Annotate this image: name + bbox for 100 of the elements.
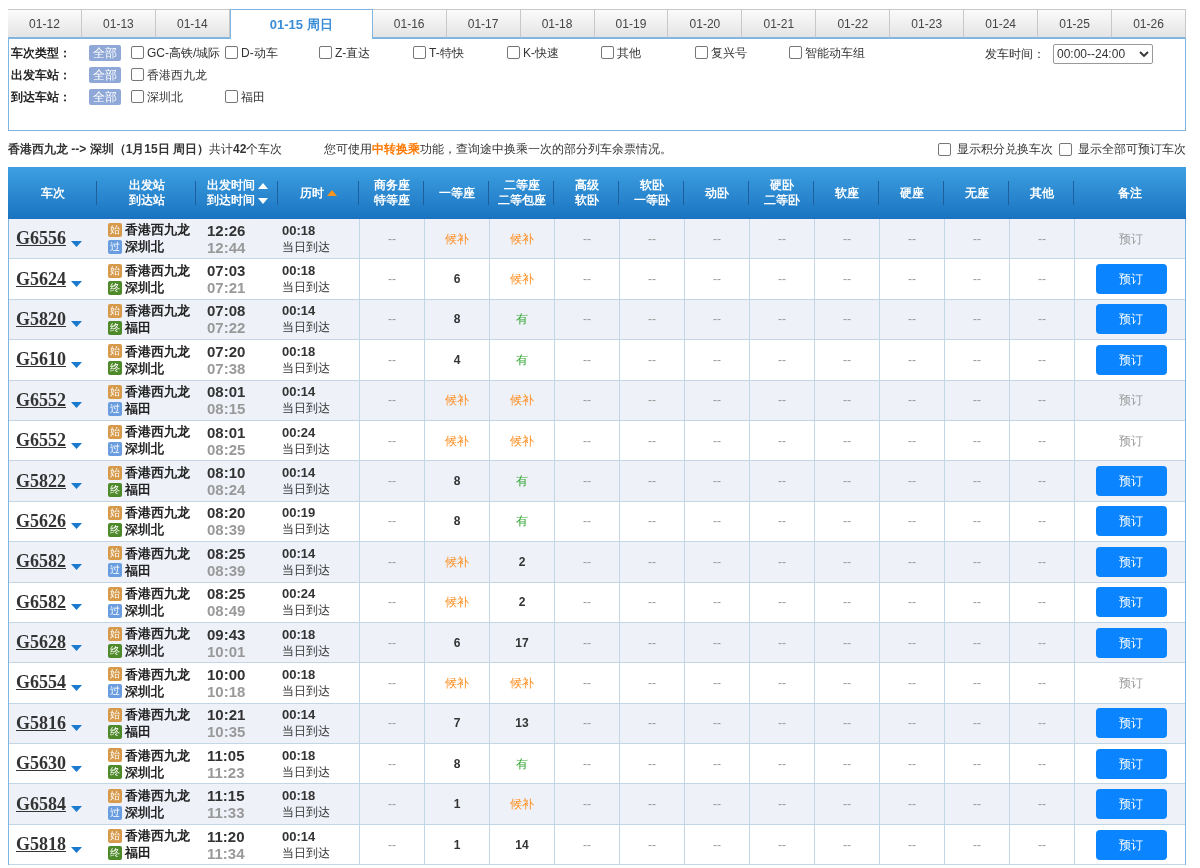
checkbox[interactable] [319,46,332,59]
dropdown-arrow-icon[interactable] [71,806,82,813]
dropdown-arrow-icon[interactable] [71,361,82,368]
dropdown-arrow-icon[interactable] [71,240,82,247]
dropdown-arrow-icon[interactable] [71,644,82,651]
checkbox-label[interactable]: Z-直达 [335,43,371,62]
checkbox[interactable] [225,46,238,59]
column-header[interactable]: 一等座 [438,185,475,201]
checkbox[interactable] [131,68,144,81]
train-number-link[interactable]: G5818 [16,831,66,859]
checkbox-label[interactable]: 智能动车组 [805,43,865,62]
train-number-link[interactable]: G5820 [16,305,66,333]
book-button[interactable]: 预订 [1095,748,1167,779]
dropdown-arrow-icon[interactable] [71,604,82,611]
book-button[interactable]: 预订 [1095,627,1167,658]
column-header[interactable]: 动卧 [704,185,729,201]
dropdown-arrow-icon[interactable] [71,765,82,772]
dropdown-arrow-icon[interactable] [71,685,82,691]
departure-time-select[interactable]: 00:00--24:00 [1053,44,1153,64]
checkbox-label[interactable]: 深圳北 [147,87,183,106]
column-header[interactable]: 到达时间 [206,193,255,208]
checkbox-label[interactable]: 显示全部可预订车次 [1078,140,1186,158]
checkbox-label[interactable]: 复兴号 [711,43,747,62]
book-button[interactable]: 预订 [1095,829,1167,860]
dropdown-arrow-icon[interactable] [71,483,82,490]
dropdown-arrow-icon[interactable] [71,402,82,409]
date-tab[interactable]: 01-16 [372,9,447,38]
book-button[interactable]: 预订 [1095,466,1167,497]
column-header[interactable]: 其他 [1029,185,1054,201]
dropdown-arrow-icon[interactable] [71,725,82,732]
column-header[interactable]: 历时 [300,185,324,201]
date-tab[interactable]: 01-21 [742,9,817,38]
sort-down-icon[interactable] [257,197,268,204]
checkbox[interactable] [695,46,708,59]
checkbox-label[interactable]: 香港西九龙 [147,65,207,84]
date-tab[interactable]: 01-22 [816,9,891,38]
column-header[interactable]: 车次 [40,185,65,201]
date-tab[interactable]: 01-25 [1038,9,1113,38]
train-number-link[interactable]: G6582 [16,548,66,576]
date-tab[interactable]: 01-24 [964,9,1039,38]
column-header[interactable]: 软卧 [574,193,599,208]
train-number-link[interactable]: G6582 [16,588,66,616]
date-tab[interactable]: 01-23 [890,9,965,38]
train-number-link[interactable]: G5626 [16,507,66,535]
train-number-link[interactable]: G6584 [16,790,66,818]
train-number-link[interactable]: G6554 [16,669,66,697]
dropdown-arrow-icon[interactable] [71,321,82,328]
column-header[interactable]: 特等座 [373,193,410,208]
checkbox[interactable] [789,46,802,59]
checkbox[interactable] [601,46,614,59]
checkbox-label[interactable]: K-快速 [523,43,559,62]
checkbox[interactable] [413,46,426,59]
date-tab[interactable]: 01-14 [155,9,230,38]
train-number-link[interactable]: G5610 [16,346,66,374]
book-button[interactable]: 预订 [1095,264,1167,295]
date-tab[interactable]: 01-26 [1112,9,1186,38]
train-number-link[interactable]: G5624 [16,265,66,293]
checkbox[interactable] [225,90,238,103]
date-tab[interactable]: 01-13 [81,9,156,38]
train-number-link[interactable]: G6556 [16,225,66,253]
checkbox-label[interactable]: T-特快 [429,43,464,62]
dropdown-arrow-icon[interactable] [71,846,82,853]
column-header[interactable]: 硬座 [899,185,924,201]
date-tab[interactable]: 01-18 [520,9,595,38]
book-button[interactable]: 预订 [1095,789,1167,820]
checkbox[interactable] [507,46,520,59]
column-header[interactable]: 软座 [834,185,859,201]
checkbox-label[interactable]: D-动车 [241,43,278,62]
train-number-link[interactable]: G5816 [16,709,66,737]
checkbox[interactable] [131,90,144,103]
train-number-link[interactable]: G5628 [16,629,66,657]
checkbox[interactable] [1059,142,1072,156]
date-tab[interactable]: 01-17 [446,9,521,38]
column-header[interactable]: 二等包座 [497,193,546,208]
train-number-link[interactable]: G5630 [16,750,66,778]
date-tab[interactable]: 01-20 [668,9,743,38]
column-header[interactable]: 到达站 [128,193,165,208]
sort-up-icon[interactable] [257,182,268,189]
dropdown-arrow-icon[interactable] [71,563,82,570]
train-number-link[interactable]: G5822 [16,467,66,495]
checkbox-label[interactable]: 其他 [617,43,641,62]
checkbox-label[interactable]: 福田 [241,87,265,106]
date-tab[interactable]: 01-19 [594,9,669,38]
checkbox[interactable] [938,142,951,156]
column-header[interactable]: 无座 [964,185,989,201]
dropdown-arrow-icon[interactable] [71,523,82,530]
checkbox-label[interactable]: GC-高铁/城际 [147,43,221,62]
column-header[interactable]: 二等卧 [763,193,800,208]
date-tab[interactable]: 01-15 周日 [229,9,373,39]
dropdown-arrow-icon[interactable] [71,281,82,288]
date-tab[interactable]: 01-12 [8,9,82,38]
checkbox[interactable] [131,46,144,59]
book-button[interactable]: 预订 [1095,587,1167,618]
book-button[interactable]: 预订 [1095,304,1167,335]
column-header[interactable]: 一等卧 [633,193,670,208]
book-button[interactable]: 预订 [1095,506,1167,537]
book-button[interactable]: 预订 [1095,708,1167,739]
book-button[interactable]: 预订 [1095,344,1167,375]
book-button[interactable]: 预订 [1095,546,1167,577]
dropdown-arrow-icon[interactable] [71,442,82,449]
